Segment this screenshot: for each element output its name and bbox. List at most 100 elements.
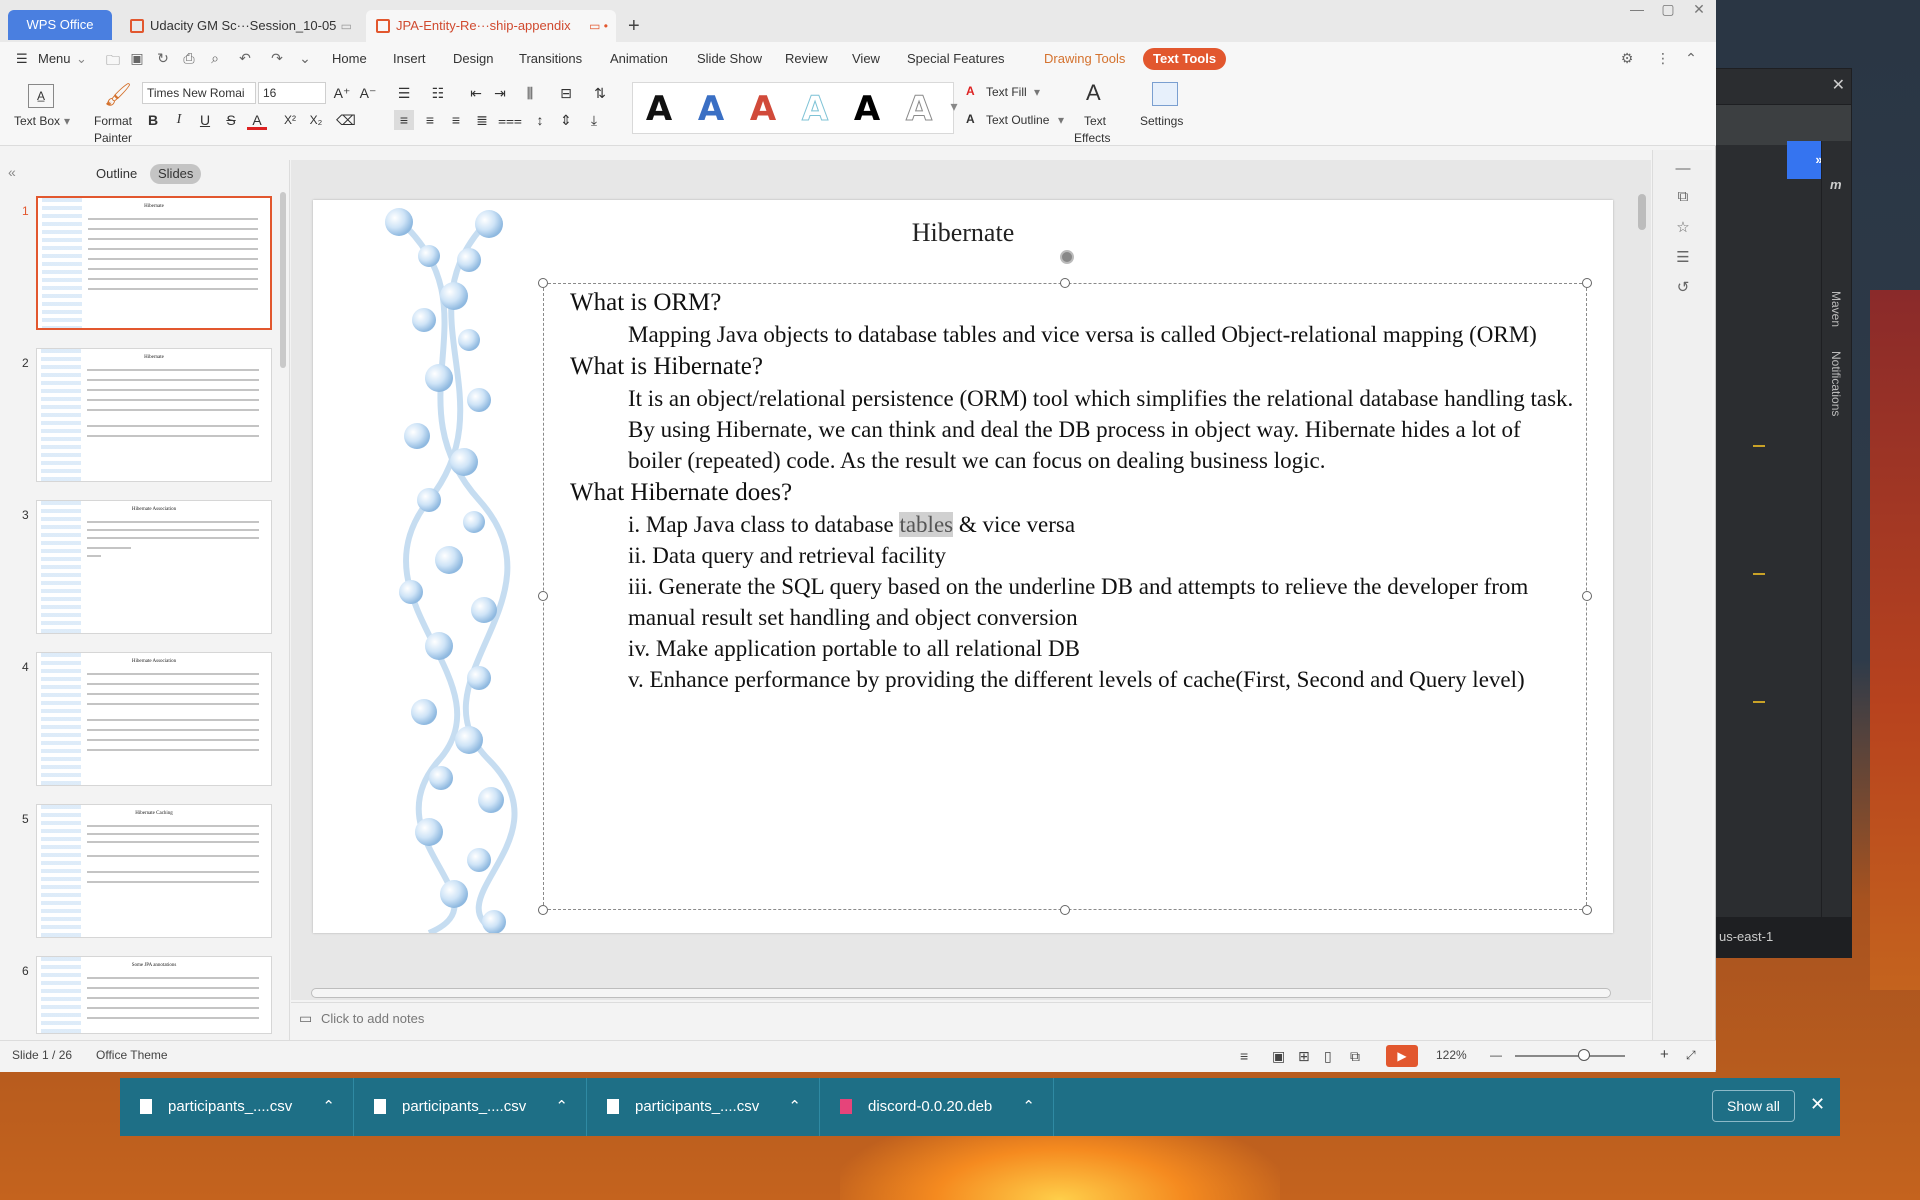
resize-handle[interactable]	[1582, 278, 1592, 288]
download-item[interactable]: participants_....csv ⌃	[354, 1078, 587, 1136]
bullets-icon[interactable]: ☰	[394, 83, 414, 103]
underline-button[interactable]: U	[195, 110, 215, 130]
chevron-up-icon[interactable]: ⌃	[322, 1078, 335, 1136]
text-style-preset[interactable]: A	[637, 87, 681, 131]
decrease-font-icon[interactable]: A⁻	[358, 83, 378, 103]
slide-title[interactable]: Hibernate	[313, 218, 1613, 248]
collapse-ribbon-icon[interactable]: ⌃	[1682, 50, 1700, 68]
chevron-down-icon[interactable]: ⌄	[76, 42, 87, 76]
gallery-scroll-icon[interactable]: ▾	[944, 96, 964, 116]
text-style-gallery[interactable]: A A A A A A	[632, 82, 954, 134]
horizontal-scrollbar[interactable]	[311, 988, 1611, 998]
theme-name[interactable]: Office Theme	[96, 1048, 168, 1062]
slide-thumbnail[interactable]: Some JPA annotations	[36, 956, 272, 1034]
new-tab-button[interactable]: +	[628, 12, 640, 40]
font-name-select[interactable]: Times New Romai	[142, 82, 256, 104]
text-fill-icon[interactable]: A	[966, 84, 975, 98]
menu-home[interactable]: Home	[332, 42, 367, 76]
chevron-down-icon[interactable]: ▾	[64, 114, 70, 128]
font-color-button[interactable]: A	[247, 110, 267, 130]
reading-view-icon[interactable]: ▯	[1324, 1048, 1332, 1065]
text-style-preset[interactable]: A	[845, 87, 889, 131]
chevron-down-icon[interactable]: ▾	[1034, 85, 1040, 99]
spacing-options-icon[interactable]: ⤓	[584, 110, 604, 130]
slide-thumbnail[interactable]: Hibernate Association	[36, 500, 272, 634]
text-effects-label-2[interactable]: Effects	[1074, 131, 1110, 145]
wps-logo[interactable]: WPS Office	[8, 10, 112, 40]
zoom-out-button[interactable]: —	[1490, 1048, 1502, 1062]
strikethrough-button[interactable]: S	[221, 110, 241, 130]
fit-window-icon[interactable]: ⤢	[1686, 1048, 1696, 1063]
menu-text-tools[interactable]: Text Tools	[1143, 48, 1227, 70]
increase-font-icon[interactable]: A⁺	[332, 83, 352, 103]
format-painter-icon[interactable]: 🖌	[104, 82, 132, 108]
download-item[interactable]: participants_....csv ⌃	[120, 1078, 354, 1136]
line-spacing-icon[interactable]: ↕	[530, 110, 550, 130]
columns-icon[interactable]: ⫼	[520, 83, 540, 103]
subscript-button[interactable]: X₂	[306, 110, 326, 130]
download-item[interactable]: discord-0.0.20.deb ⌃	[820, 1078, 1054, 1136]
menu-slide-show[interactable]: Slide Show	[697, 42, 762, 76]
document-tab-jpa[interactable]: JPA-Entity-Re···ship-appendix ▭ •	[366, 10, 616, 42]
slide-thumbnail[interactable]: Hibernate	[36, 196, 272, 330]
minimize-panel-icon[interactable]: —	[1673, 160, 1693, 180]
chevron-up-icon[interactable]: ⌃	[1022, 1078, 1035, 1136]
paragraph-spacing-icon[interactable]: ⇕	[556, 110, 576, 130]
decrease-indent-icon[interactable]: ⇤	[466, 83, 486, 103]
slide-canvas[interactable]: Hibernate What is ORM? Mapping Java obje…	[313, 200, 1613, 933]
superscript-button[interactable]: X²	[280, 110, 300, 130]
clear-format-icon[interactable]: ⌫	[336, 110, 356, 130]
menu-drawing-tools[interactable]: Drawing Tools	[1044, 42, 1125, 76]
normal-view-icon[interactable]: ▣	[1272, 1048, 1285, 1065]
slide-thumbnail[interactable]: Hibernate Association	[36, 652, 272, 786]
text-box-icon[interactable]: A̲	[28, 84, 54, 108]
undo-icon[interactable]: ↶	[236, 50, 254, 68]
history-icon[interactable]: ↺	[1673, 278, 1693, 298]
menu-animation[interactable]: Animation	[610, 42, 668, 76]
text-effects-button[interactable]: Text	[1084, 114, 1106, 128]
italic-button[interactable]: I	[169, 110, 189, 130]
zoom-in-button[interactable]: +	[1660, 1046, 1669, 1063]
sync-icon[interactable]: ↻	[154, 50, 172, 68]
menu-review[interactable]: Review	[785, 42, 828, 76]
ide-close-icon[interactable]: ✕	[1832, 75, 1845, 95]
align-right-icon[interactable]: ≡	[446, 110, 466, 130]
align-text-icon[interactable]: ⊟	[556, 83, 576, 103]
resize-handle[interactable]	[538, 591, 548, 601]
zoom-slider-knob[interactable]	[1578, 1049, 1590, 1061]
print-icon[interactable]: ⎙	[180, 50, 198, 68]
text-effects-icon[interactable]: A	[1086, 80, 1101, 106]
text-style-preset[interactable]: A	[689, 87, 733, 131]
slide-thumbnail[interactable]: Hibernate Caching	[36, 804, 272, 938]
menu-design[interactable]: Design	[453, 42, 493, 76]
resize-handle[interactable]	[1060, 905, 1070, 915]
slide-layout-icon[interactable]: ⧉	[1673, 188, 1693, 208]
settings-icon[interactable]	[1152, 82, 1178, 106]
document-tab-udacity[interactable]: Udacity GM Sc···Session_10-05 ▭	[120, 10, 360, 42]
slide-sorter-icon[interactable]: ⊞	[1298, 1048, 1310, 1065]
text-style-preset[interactable]: A	[793, 87, 837, 131]
menu-special-features[interactable]: Special Features	[907, 42, 1005, 76]
menu-view[interactable]: View	[852, 42, 880, 76]
notes-toggle-icon[interactable]: ≡	[1240, 1048, 1248, 1064]
collapse-panel-icon[interactable]: «	[8, 164, 16, 180]
menu-insert[interactable]: Insert	[393, 42, 426, 76]
maximize-button[interactable]: ▢	[1653, 0, 1683, 18]
presenter-view-icon[interactable]: ⧉	[1350, 1048, 1360, 1065]
ide-titlebar[interactable]	[1711, 69, 1851, 105]
align-left-icon[interactable]: ≡	[394, 110, 414, 130]
text-outline-icon[interactable]: A	[966, 112, 975, 126]
more-options-icon[interactable]: ⋮	[1654, 50, 1672, 68]
text-outline-button[interactable]: Text Outline	[986, 113, 1049, 127]
animation-icon[interactable]: ☆	[1673, 218, 1693, 238]
increase-indent-icon[interactable]: ⇥	[490, 83, 510, 103]
notifications-tool-tab[interactable]: Notifications	[1829, 351, 1843, 416]
format-painter-label[interactable]: Format	[94, 114, 132, 128]
justify-icon[interactable]: ≣	[472, 110, 492, 130]
resize-handle[interactable]	[1582, 591, 1592, 601]
tab-outline[interactable]: Outline	[88, 164, 145, 184]
print-preview-icon[interactable]: ⌕	[206, 50, 224, 68]
slide-body-text[interactable]: What is ORM? Mapping Java objects to dat…	[570, 286, 1580, 695]
show-all-button[interactable]: Show all	[1712, 1090, 1795, 1122]
close-button[interactable]: ✕	[1684, 0, 1714, 18]
